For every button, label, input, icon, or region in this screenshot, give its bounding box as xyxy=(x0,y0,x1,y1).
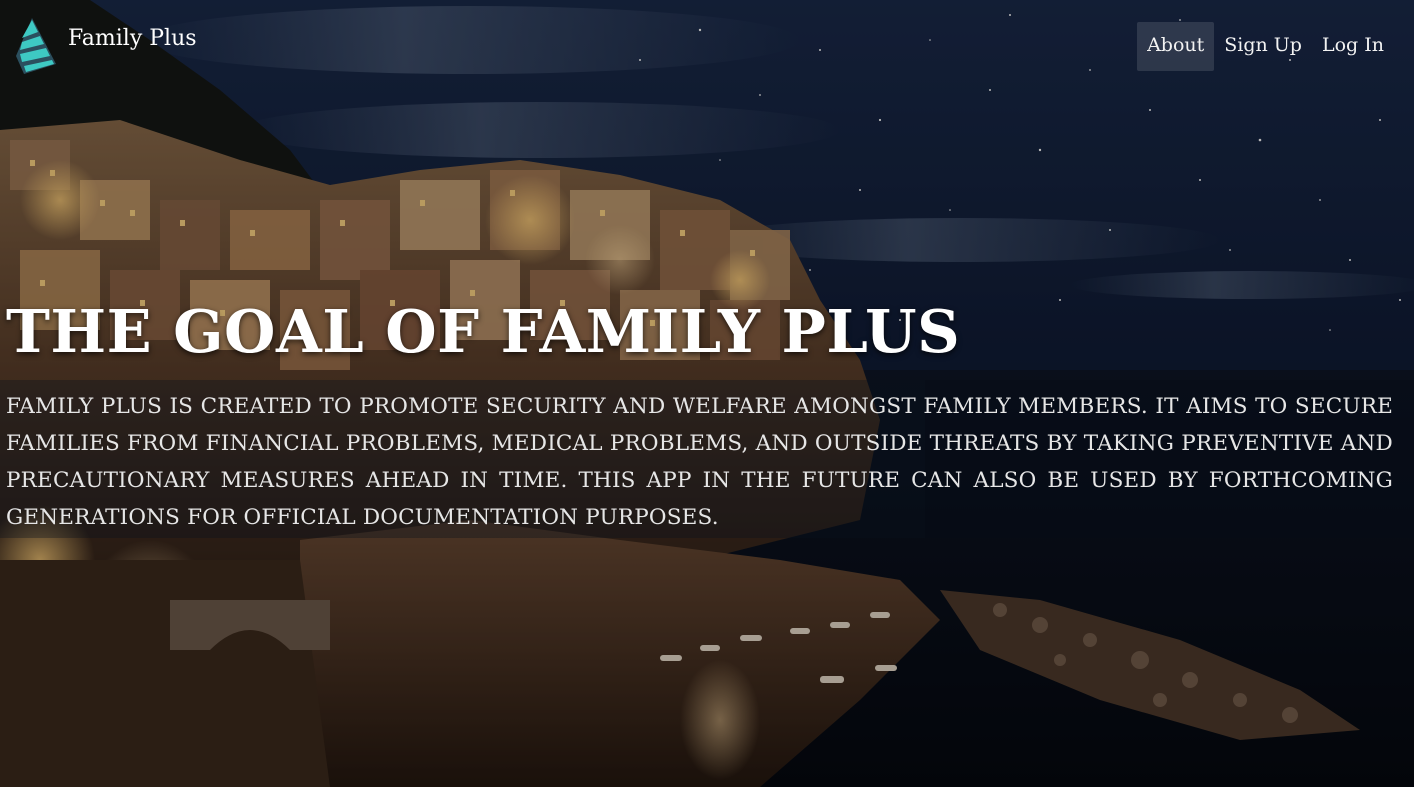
nav-signup-link[interactable]: Sign Up xyxy=(1214,22,1312,71)
hero-description: Family Plus is created to promote securi… xyxy=(6,394,1393,530)
landing-page: Family Plus About Sign Up Log In THE GOA… xyxy=(0,0,1414,787)
navbar: Family Plus About Sign Up Log In xyxy=(0,0,1414,90)
brand-name: Family Plus xyxy=(68,26,197,51)
brand-link[interactable]: Family Plus xyxy=(14,16,197,76)
hero-section: THE GOAL OF FAMILY PLUS Family Plus is c… xyxy=(0,292,1414,538)
striped-leaf-logo-icon xyxy=(16,18,56,74)
nav-about-link[interactable]: About xyxy=(1137,22,1215,71)
nav-links: About Sign Up Log In xyxy=(1137,22,1394,71)
nav-login-link[interactable]: Log In xyxy=(1312,22,1394,71)
hero-title: THE GOAL OF FAMILY PLUS xyxy=(6,297,961,366)
